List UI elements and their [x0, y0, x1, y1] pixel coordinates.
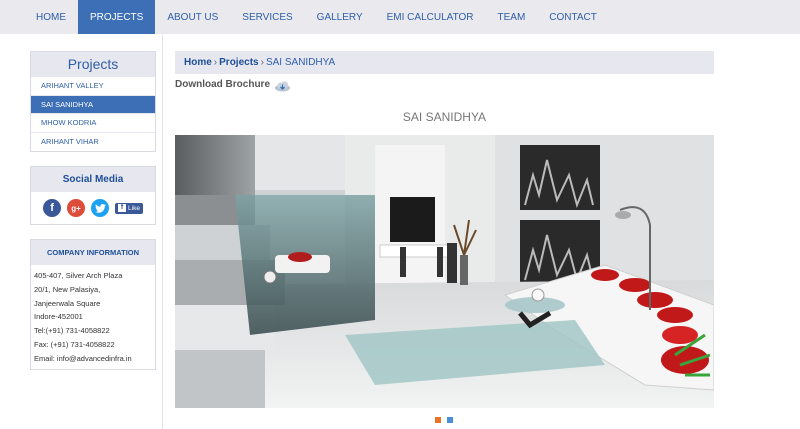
project-image-slider[interactable] — [175, 135, 714, 408]
breadcrumb: Home › Projects › SAI SANIDHYA — [175, 51, 714, 74]
projects-list: ARIHANT VALLEY SAI SANIDHYA MHOW KODRIA … — [31, 77, 155, 151]
facebook-icon[interactable]: f — [43, 199, 62, 217]
sidebar: Projects ARIHANT VALLEY SAI SANIDHYA MHO… — [30, 51, 156, 384]
nav-team[interactable]: TEAM — [486, 0, 538, 34]
breadcrumb-projects[interactable]: Projects — [219, 57, 258, 68]
slider-pagination — [435, 417, 453, 423]
nav-about-us[interactable]: ABOUT US — [155, 0, 230, 34]
twitter-icon[interactable] — [91, 199, 110, 217]
download-brochure-label: Download Brochure — [175, 79, 271, 90]
cloud-download-icon — [274, 79, 291, 92]
download-brochure-link[interactable]: Download Brochure — [175, 79, 291, 92]
company-info-body: 405-407, Silver Arch Plaza 20/1, New Pal… — [31, 265, 155, 369]
company-telephone: Tel:(+91) 731-4058822 — [34, 326, 110, 336]
company-info-box: COMPANY INFORMATION 405-407, Silver Arch… — [30, 239, 156, 370]
slider-dot-2[interactable] — [447, 417, 453, 423]
like-label: Like — [128, 204, 140, 212]
project-link-arihant-vihar[interactable]: ARIHANT VIHAR — [31, 133, 155, 152]
company-info-title: COMPANY INFORMATION — [31, 240, 155, 265]
social-media-box: Social Media f g+ f Like — [30, 166, 156, 225]
nav-contact[interactable]: CONTACT — [537, 0, 609, 34]
facebook-like-button[interactable]: f Like — [115, 202, 143, 214]
project-link-mhow-kodria[interactable]: MHOW KODRIA — [31, 114, 155, 133]
social-media-title: Social Media — [31, 167, 155, 192]
nav-gallery[interactable]: GALLERY — [305, 0, 375, 34]
company-fax: Fax: (+91) 731-4058822 — [34, 339, 115, 349]
nav-services[interactable]: SERVICES — [230, 0, 304, 34]
company-address-line: Indore-452001 — [34, 312, 83, 322]
project-title: SAI SANIDHYA — [402, 110, 487, 124]
slider-dot-1[interactable] — [435, 417, 441, 423]
breadcrumb-separator: › — [213, 57, 218, 68]
facebook-mini-icon: f — [118, 204, 127, 212]
top-navigation: HOME PROJECTS ABOUT US SERVICES GALLERY … — [0, 0, 800, 34]
breadcrumb-separator: › — [260, 57, 264, 68]
nav-home[interactable]: HOME — [24, 0, 78, 34]
project-link-sai-sanidhya[interactable]: SAI SANIDHYA — [31, 95, 155, 114]
projects-box-title: Projects — [31, 52, 155, 77]
company-address-line: 405-407, Silver Arch Plaza — [34, 271, 123, 280]
project-link-arihant-valley[interactable]: ARIHANT VALLEY — [31, 77, 155, 96]
social-icons-row: f g+ f Like — [31, 192, 155, 224]
company-address-line: 20/1, New Palasiya, — [34, 284, 101, 294]
company-email: Email: info@advancedinfra.in — [34, 353, 132, 363]
nav-projects[interactable]: PROJECTS — [78, 0, 156, 34]
breadcrumb-home[interactable]: Home — [184, 57, 212, 68]
company-address-line: Janjeerwala Square — [34, 298, 101, 308]
google-plus-icon[interactable]: g+ — [67, 199, 86, 217]
project-interior-image — [175, 135, 714, 408]
projects-box: Projects ARIHANT VALLEY SAI SANIDHYA MHO… — [30, 51, 156, 152]
nav-emi-calculator[interactable]: EMI CALCULATOR — [375, 0, 486, 34]
content-divider — [162, 34, 163, 429]
breadcrumb-current: SAI SANIDHYA — [265, 57, 336, 68]
